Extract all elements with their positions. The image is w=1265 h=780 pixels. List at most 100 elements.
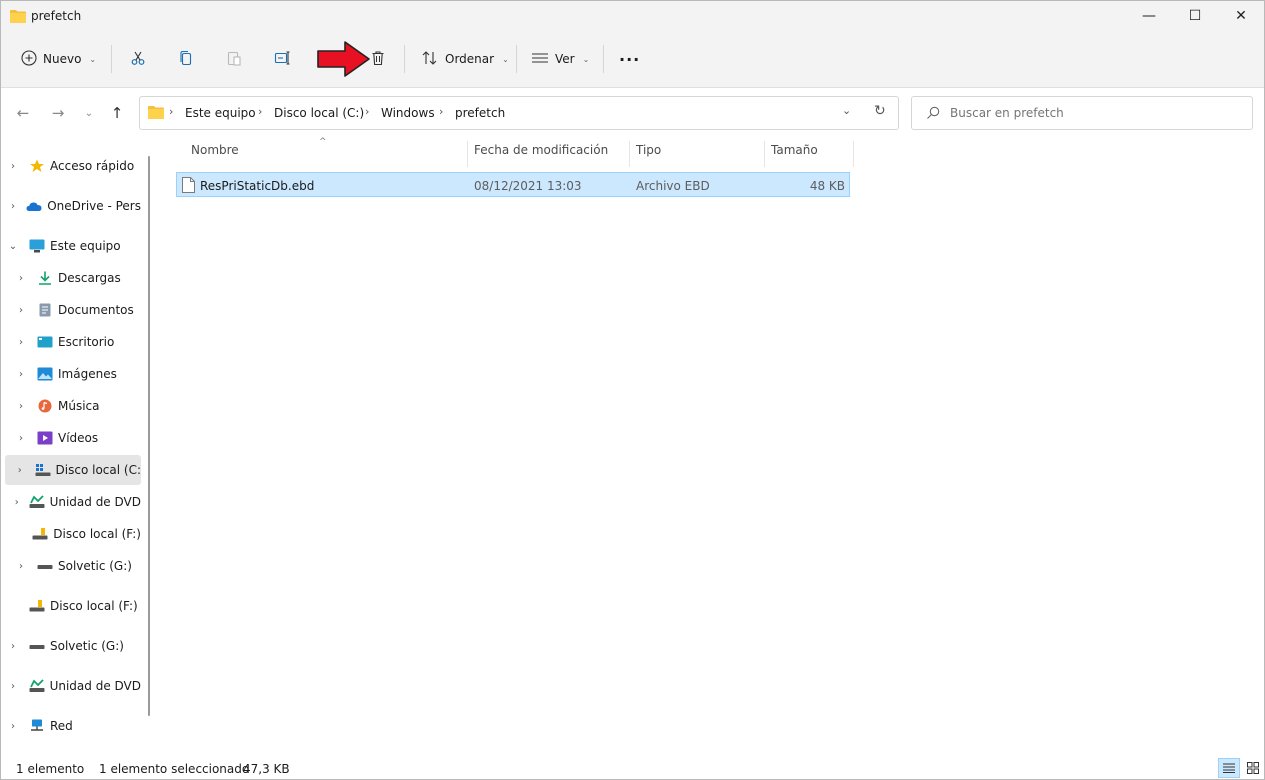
star-icon <box>29 159 45 173</box>
sidebar-item-documentos[interactable]: › Documentos <box>5 295 141 325</box>
cut-button[interactable] <box>130 43 146 75</box>
copy-button[interactable] <box>178 43 194 75</box>
sidebar-item-red[interactable]: › Red <box>5 711 141 741</box>
details-view-button[interactable] <box>1218 758 1240 778</box>
copy-icon <box>178 50 194 69</box>
expand-chevron-icon[interactable]: › <box>13 337 29 348</box>
sidebar-item-label: Escritorio <box>58 335 115 349</box>
expand-chevron-icon[interactable]: › <box>13 369 29 380</box>
search-input[interactable] <box>948 103 1242 123</box>
sidebar-item-descargas[interactable]: › Descargas <box>5 263 141 293</box>
sidebar-item-unidad-dvd[interactable]: › Unidad de DVD <box>5 487 141 517</box>
sort-button[interactable]: Ordenar ⌄ <box>421 43 509 75</box>
recent-locations-chevron-icon[interactable]: ⌄ <box>77 101 101 125</box>
expand-chevron-icon[interactable]: › <box>13 561 29 572</box>
status-item-count: 1 elemento <box>16 762 85 776</box>
back-arrow-icon[interactable]: ← <box>11 101 35 125</box>
sidebar-item-musica[interactable]: › Música <box>5 391 141 421</box>
sidebar-item-unidad-dvd-root[interactable]: › Unidad de DVD <box>5 671 141 701</box>
sidebar-scrollbar[interactable] <box>148 156 150 716</box>
column-divider[interactable] <box>467 141 468 167</box>
status-selected-size: 47,3 KB <box>243 762 290 776</box>
expand-chevron-icon[interactable]: › <box>12 465 28 476</box>
expand-chevron-icon[interactable]: › <box>13 273 29 284</box>
file-row[interactable]: ResPriStaticDb.ebd 08/12/2021 13:03 Arch… <box>176 172 850 197</box>
sidebar-item-label: Vídeos <box>58 431 99 445</box>
expand-chevron-icon[interactable]: › <box>5 201 21 212</box>
breadcrumb-disco-local-c[interactable]: Disco local (C:) <box>274 106 364 120</box>
sidebar-item-solvetic-g[interactable]: › Solvetic (G:) <box>5 551 141 581</box>
column-divider[interactable] <box>764 141 765 167</box>
title-bar: prefetch — ☐ ✕ <box>1 1 1264 31</box>
expand-chevron-icon[interactable]: › <box>5 721 21 732</box>
sidebar-item-onedrive[interactable]: › OneDrive - Pers <box>5 191 141 221</box>
video-icon <box>37 431 53 445</box>
download-icon <box>37 271 53 285</box>
sidebar-item-videos[interactable]: › Vídeos <box>5 423 141 453</box>
search-box[interactable] <box>911 96 1253 130</box>
breadcrumb-separator: › <box>439 105 444 118</box>
column-header-name[interactable]: Nombre <box>191 143 239 165</box>
view-button[interactable]: Ver ⌄ <box>531 43 589 75</box>
chevron-down-icon: ⌄ <box>89 54 97 64</box>
sidebar-item-label: Descargas <box>58 271 121 285</box>
expand-chevron-icon[interactable]: › <box>13 305 29 316</box>
sidebar-item-disco-local-f-root[interactable]: Disco local (F:) <box>5 591 141 621</box>
minimize-button[interactable]: — <box>1126 1 1172 31</box>
close-button[interactable]: ✕ <box>1218 1 1264 31</box>
paste-button[interactable] <box>226 43 242 75</box>
sidebar-item-solvetic-g-root[interactable]: › Solvetic (G:) <box>5 631 141 661</box>
music-icon <box>37 399 53 413</box>
usb-drive-icon <box>32 527 48 541</box>
sidebar-item-imagenes[interactable]: › Imágenes <box>5 359 141 389</box>
expand-chevron-icon[interactable]: › <box>5 681 21 692</box>
pictures-icon <box>37 367 53 381</box>
sidebar-item-label: OneDrive - Pers <box>47 199 141 213</box>
window-title: prefetch <box>31 9 82 23</box>
address-dropdown-chevron-icon[interactable]: ⌄ <box>842 104 851 117</box>
rename-button[interactable] <box>274 43 292 75</box>
sidebar-item-label: Música <box>58 399 100 413</box>
breadcrumb-este-equipo[interactable]: Este equipo <box>185 106 256 120</box>
network-icon <box>29 719 45 733</box>
tiles-view-button[interactable] <box>1245 760 1261 776</box>
breadcrumb-windows[interactable]: Windows <box>381 106 435 120</box>
breadcrumb-prefetch[interactable]: prefetch <box>455 106 505 120</box>
column-header-modified[interactable]: Fecha de modificación <box>474 143 608 165</box>
address-bar[interactable]: › Este equipo › Disco local (C:) › Windo… <box>139 96 899 130</box>
column-divider[interactable] <box>629 141 630 167</box>
file-size: 48 KB <box>809 179 845 193</box>
sidebar-item-escritorio[interactable]: › Escritorio <box>5 327 141 357</box>
expand-chevron-icon[interactable]: › <box>13 433 29 444</box>
sidebar-item-acceso-rapido[interactable]: › Acceso rápido <box>5 151 141 181</box>
column-divider[interactable] <box>853 141 854 167</box>
maximize-button[interactable]: ☐ <box>1172 1 1218 31</box>
sidebar-item-disco-local-c[interactable]: › Disco local (C: <box>5 455 141 485</box>
expand-chevron-icon[interactable]: › <box>9 497 25 508</box>
file-name: ResPriStaticDb.ebd <box>200 179 315 193</box>
expand-chevron-icon[interactable]: › <box>5 641 21 652</box>
new-button[interactable]: Nuevo ⌄ <box>21 43 96 75</box>
expand-chevron-icon[interactable]: › <box>5 161 21 172</box>
collapse-chevron-icon[interactable]: ⌄ <box>5 241 21 252</box>
column-header-type[interactable]: Tipo <box>636 143 661 165</box>
breadcrumb-separator: › <box>258 105 263 118</box>
sidebar-item-este-equipo[interactable]: ⌄ Este equipo <box>5 231 141 261</box>
desktop-icon <box>37 335 53 349</box>
folder-icon <box>10 9 26 26</box>
tiles-view-icon <box>1247 762 1259 774</box>
toolbar-divider <box>404 45 405 73</box>
sidebar-item-label: Disco local (F:) <box>53 527 141 541</box>
view-list-icon <box>531 50 549 69</box>
more-options-button[interactable]: ··· <box>619 43 640 75</box>
sidebar-item-disco-local-f[interactable]: Disco local (F:) <box>5 519 141 549</box>
file-icon <box>182 177 195 196</box>
up-arrow-icon[interactable]: ↑ <box>105 101 129 125</box>
refresh-icon[interactable]: ↻ <box>874 103 886 119</box>
column-header-size[interactable]: Tamaño <box>771 143 818 165</box>
forward-arrow-icon[interactable]: → <box>46 101 70 125</box>
new-label: Nuevo <box>43 52 82 66</box>
expand-chevron-icon[interactable]: › <box>13 401 29 412</box>
sort-label: Ordenar <box>445 52 495 66</box>
sidebar-item-label: Solvetic (G:) <box>58 559 132 573</box>
